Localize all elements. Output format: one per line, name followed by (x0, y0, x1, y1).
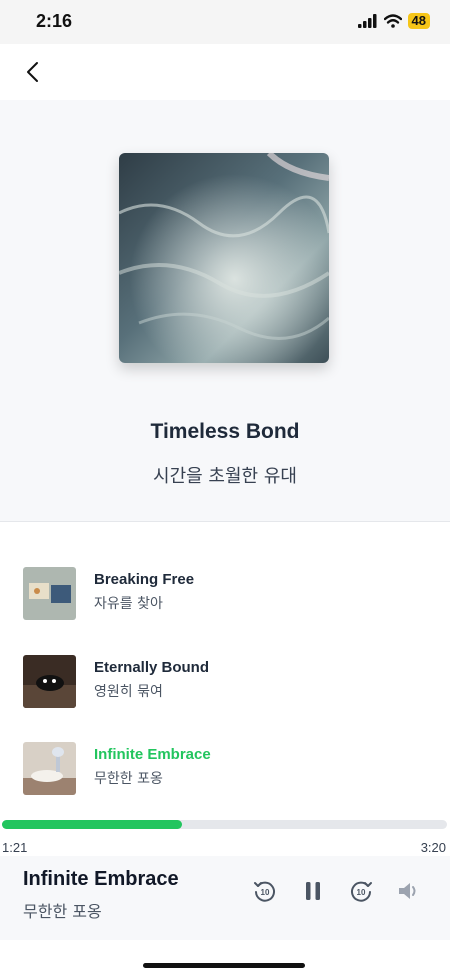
pause-icon (306, 882, 320, 900)
now-playing-title: Infinite Embrace (23, 868, 179, 890)
home-indicator[interactable] (143, 963, 305, 968)
forward-10-icon: 10 (351, 881, 372, 902)
status-icons: 48 (357, 13, 430, 29)
track-subtitle: 자유를 찾아 (94, 596, 163, 612)
pause-button[interactable] (300, 878, 326, 904)
track-item-infinite-embrace[interactable]: Infinite Embrace 무한한 포옹 (23, 742, 423, 796)
chevron-left-icon (27, 62, 38, 82)
status-time: 2:16 (36, 11, 73, 31)
progress-bar[interactable] (2, 820, 447, 829)
track-thumbnail (23, 567, 76, 620)
track-subtitle: 영원히 묶여 (94, 684, 163, 700)
rewind-10-button[interactable]: 10 (252, 878, 278, 904)
volume-button[interactable] (396, 878, 422, 904)
track-thumbnail (23, 655, 76, 708)
album-subtitle: 시간을 초월한 유대 (153, 466, 297, 487)
album-header: Timeless Bond 시간을 초월한 유대 (0, 100, 450, 522)
now-playing-bar: Infinite Embrace 무한한 포옹 10 10 (0, 856, 450, 940)
nav-bar (0, 44, 450, 100)
rewind-10-icon: 10 (254, 881, 275, 902)
battery-icon: 48 (407, 13, 430, 29)
time-total: 3:20 (420, 840, 446, 855)
time-elapsed: 1:21 (2, 840, 28, 855)
back-button[interactable] (20, 58, 48, 86)
forward-10-button[interactable]: 10 (348, 878, 374, 904)
track-item-eternally-bound[interactable]: Eternally Bound 영원히 묶여 (23, 655, 423, 709)
album-title: Timeless Bond (150, 420, 300, 443)
track-subtitle: 무한한 포옹 (94, 771, 163, 787)
status-bar: 2:16 48 (0, 0, 450, 44)
track-title: Eternally Bound (94, 659, 210, 676)
signal-icon (357, 14, 377, 28)
track-item-breaking-free[interactable]: Breaking Free 자유를 찾아 (23, 567, 423, 621)
track-title: Breaking Free (94, 571, 195, 588)
track-title: Infinite Embrace (94, 746, 211, 763)
album-cover (119, 153, 329, 363)
progress-fill (2, 820, 183, 829)
rewind-label: 10 (261, 888, 270, 897)
track-thumbnail (23, 742, 76, 795)
wifi-icon (383, 14, 402, 28)
volume-icon (399, 883, 416, 899)
now-playing-subtitle: 무한한 포옹 (23, 902, 102, 921)
home-area (0, 940, 450, 972)
forward-label: 10 (357, 888, 366, 897)
